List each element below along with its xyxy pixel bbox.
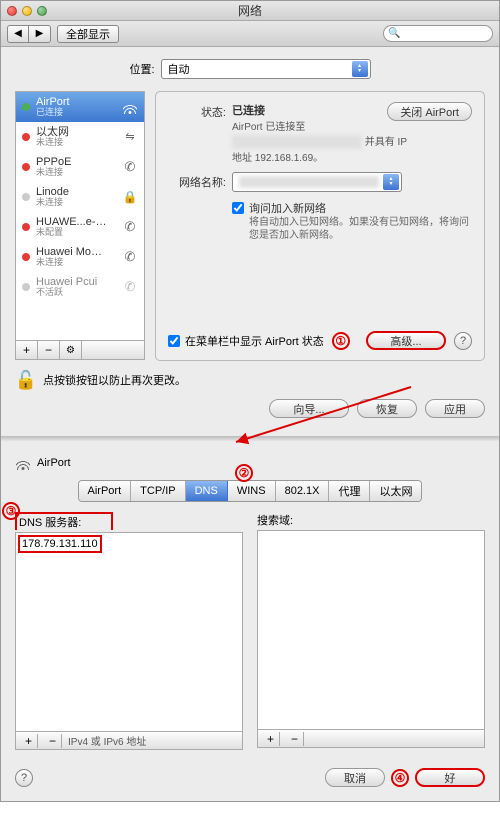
phone-icon: ✆: [122, 250, 138, 264]
toolbar: ◀ ▶ 全部显示 🔍: [1, 21, 499, 47]
window-title: 网络: [238, 2, 262, 19]
turn-off-airport-button[interactable]: 关闭 AirPort: [387, 102, 472, 121]
status-dot: [22, 133, 30, 141]
sidebar-item-airport[interactable]: AirPort已连接: [16, 92, 144, 122]
help-button[interactable]: ?: [15, 769, 33, 787]
status-dot: [22, 163, 30, 171]
forward-button[interactable]: ▶: [29, 25, 51, 43]
add-dns-button[interactable]: +: [20, 734, 38, 748]
status-dot: [22, 103, 30, 111]
location-select[interactable]: 自动: [161, 59, 371, 79]
lock-hint: 点按锁按钮以防止再次更改。: [43, 372, 186, 388]
show-menubar-label: 在菜单栏中显示 AirPort 状态: [185, 333, 324, 349]
phone-icon: ✆: [122, 220, 138, 234]
annotation-4: ④: [391, 769, 409, 787]
sidebar-item-ethernet[interactable]: 以太网未连接 ⇋: [16, 122, 144, 152]
add-search-domain-button[interactable]: +: [262, 732, 280, 746]
interface-list[interactable]: AirPort已连接 以太网未连接 ⇋ PPPoE未连接 ✆: [15, 91, 145, 341]
ethernet-icon: ⇋: [122, 130, 138, 144]
status-dot: [22, 283, 30, 291]
revert-button[interactable]: 恢复: [357, 399, 417, 418]
stepper-icon: [352, 61, 368, 77]
search-icon: 🔍: [388, 28, 400, 39]
assist-button[interactable]: 向导...: [269, 399, 349, 418]
show-all-button[interactable]: 全部显示: [57, 25, 119, 43]
minimize-window-button[interactable]: [22, 6, 32, 16]
wifi-icon: [122, 100, 138, 114]
ok-button[interactable]: 好: [415, 768, 485, 787]
help-button[interactable]: ?: [454, 332, 472, 350]
annotation-2: ②: [235, 464, 253, 482]
nav-back-forward: ◀ ▶: [7, 25, 51, 43]
stepper-icon: [383, 174, 399, 190]
detail-pane: 状态: 已连接 关闭 AirPort AirPort 已连接至 并具有 IP 地…: [155, 91, 485, 361]
location-value: 自动: [168, 61, 190, 77]
show-menubar-checkbox[interactable]: [168, 335, 180, 347]
status-dot: [22, 223, 30, 231]
sidebar-item-linode[interactable]: Linode未连接 🔒: [16, 182, 144, 212]
ask-join-hint: 将自动加入已知网络。如果没有已知网络，将询问您是否加入新网络。: [249, 216, 472, 242]
advanced-button[interactable]: 高级...: [366, 331, 446, 350]
search-domains-list[interactable]: [257, 530, 485, 730]
annotation-3: ③: [2, 502, 20, 520]
dns-servers-list[interactable]: 178.79.131.110: [15, 532, 243, 732]
remove-search-domain-button[interactable]: −: [286, 732, 304, 746]
tab-8021x[interactable]: 802.1X: [276, 481, 330, 501]
tab-airport[interactable]: AirPort: [79, 481, 132, 501]
search-domains-label: 搜索域:: [257, 512, 485, 528]
network-name-label: 网络名称:: [168, 172, 226, 190]
ask-join-checkbox[interactable]: [232, 202, 244, 214]
blurred-ssid: [232, 135, 362, 149]
remove-dns-button[interactable]: −: [44, 734, 62, 748]
lock-icon[interactable]: 🔓: [15, 369, 37, 391]
wifi-icon: [15, 456, 31, 470]
sidebar-item-huawei-modem[interactable]: Huawei Modem未连接 ✆: [16, 242, 144, 272]
main-pane: 位置: 自动 AirPort已连接 以太网未连接 ⇋: [1, 47, 499, 436]
annotation-1: ①: [332, 332, 350, 350]
tab-tcpip[interactable]: TCP/IP: [131, 481, 185, 501]
status-value: 已连接: [232, 105, 265, 117]
sidebar-item-pppoe[interactable]: PPPoE未连接 ✆: [16, 152, 144, 182]
sidebar-item-huawei-mms[interactable]: HUAWE...e-MMS未配置 ✆: [16, 212, 144, 242]
remove-interface-button[interactable]: −: [38, 341, 60, 359]
tab-proxy[interactable]: 代理: [329, 481, 370, 501]
lock-icon: 🔒: [122, 190, 138, 204]
status-dot: [22, 253, 30, 261]
tab-dns[interactable]: DNS: [186, 481, 228, 501]
location-label: 位置:: [129, 61, 154, 77]
dns-entry[interactable]: 178.79.131.110: [18, 535, 102, 553]
add-interface-button[interactable]: +: [16, 341, 38, 359]
network-name-select[interactable]: [232, 172, 402, 192]
advanced-sheet: AirPort ② AirPort TCP/IP DNS WINS 802.1X…: [1, 442, 499, 801]
titlebar: 网络: [1, 1, 499, 21]
ask-join-label: 询问加入新网络: [249, 200, 326, 216]
interface-actions-button[interactable]: [60, 341, 82, 359]
back-button[interactable]: ◀: [7, 25, 29, 43]
ipv-note: IPv4 或 IPv6 地址: [68, 733, 146, 748]
cancel-button[interactable]: 取消: [325, 768, 385, 787]
dns-servers-label: DNS 服务器:: [15, 512, 113, 530]
interface-sidebar: AirPort已连接 以太网未连接 ⇋ PPPoE未连接 ✆: [15, 91, 145, 361]
interface-list-footer: + −: [15, 341, 145, 360]
tab-wins[interactable]: WINS: [228, 481, 276, 501]
phone-icon: ✆: [122, 160, 138, 174]
close-window-button[interactable]: [7, 6, 17, 16]
search-field[interactable]: 🔍: [383, 25, 493, 42]
zoom-window-button[interactable]: [37, 6, 47, 16]
status-label: 状态:: [168, 102, 226, 120]
tab-bar: AirPort TCP/IP DNS WINS 802.1X 代理 以太网: [78, 480, 423, 502]
apply-button[interactable]: 应用: [425, 399, 485, 418]
status-dot: [22, 193, 30, 201]
sheet-title: AirPort: [37, 457, 71, 469]
sidebar-item-huawei-pcui[interactable]: Huawei Pcui不活跃 ✆: [16, 272, 144, 302]
blurred-ssid-select: [239, 176, 379, 188]
phone-icon: ✆: [122, 280, 138, 294]
network-prefs-window: 网络 ◀ ▶ 全部显示 🔍 位置: 自动 AirPort已连接: [0, 0, 500, 802]
traffic-lights: [7, 6, 47, 16]
tab-ethernet[interactable]: 以太网: [370, 481, 421, 501]
